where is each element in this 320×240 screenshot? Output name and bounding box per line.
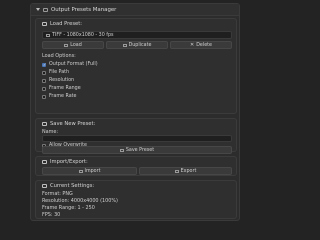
preset-name-input[interactable] [42,135,232,142]
import-export-section: Import/Export: Import Export [35,156,237,176]
export-button[interactable]: Export [139,167,232,175]
checkbox-icon[interactable] [42,94,46,99]
save-preset-title: Save New Preset: [42,121,95,127]
panel-title: Output Presets Manager [51,6,117,13]
current-frame-range: Frame Range: 1 - 250 [42,205,95,211]
save-preset-button[interactable]: Save Preset [42,146,232,154]
checkbox-icon[interactable] [42,86,46,91]
option-resolution[interactable]: Resolution [42,78,74,83]
load-options-label: Load Options: [42,53,76,59]
current-format: Format: PNG [42,191,73,197]
preset-icon [46,33,50,37]
folder-icon [42,22,47,26]
option-frame-range[interactable]: Frame Range [42,86,81,91]
load-button[interactable]: Load [42,41,104,49]
preset-dropdown-value: TIFF - 1080x1080 - 30 fps [52,32,114,38]
option-output-format[interactable]: Output Format (Full) [42,62,98,67]
checkbox-icon[interactable] [42,62,46,67]
info-icon [42,184,47,188]
delete-button[interactable]: ✕ Delete [170,41,232,49]
current-settings-title: Current Settings: [42,183,94,189]
import-export-icon [42,160,47,164]
duplicate-button[interactable]: Duplicate [106,41,168,49]
import-button[interactable]: Import [42,167,137,175]
load-preset-section: Load Preset: TIFF - 1080x1080 - 30 fps L… [35,18,237,114]
current-settings-section: Current Settings: Format: PNG Resolution… [35,180,237,219]
duplicate-icon [122,43,127,47]
import-export-title: Import/Export: [42,159,88,165]
save-icon [119,148,124,152]
save-icon [42,122,47,126]
output-presets-panel: Output Presets Manager Load Preset: TIFF… [30,3,240,221]
panel-header[interactable]: Output Presets Manager [31,4,239,16]
option-file-path[interactable]: File Path [42,70,69,75]
checkbox-icon[interactable] [42,78,46,83]
panel-icon [43,7,48,12]
import-icon [78,169,83,173]
save-preset-section: Save New Preset: Name: Allow Overwrite S… [35,118,237,154]
export-icon [174,169,179,173]
option-frame-rate[interactable]: Frame Rate [42,94,76,99]
checkbox-icon[interactable] [42,70,46,75]
close-icon: ✕ [190,42,195,48]
load-preset-title: Load Preset: [42,21,82,27]
current-resolution: Resolution: 4000x4000 (100%) [42,198,118,204]
preset-dropdown[interactable]: TIFF - 1080x1080 - 30 fps [42,31,232,39]
chevron-down-icon[interactable] [36,8,40,11]
current-fps: FPS: 30 [42,212,61,218]
folder-icon [64,43,69,47]
